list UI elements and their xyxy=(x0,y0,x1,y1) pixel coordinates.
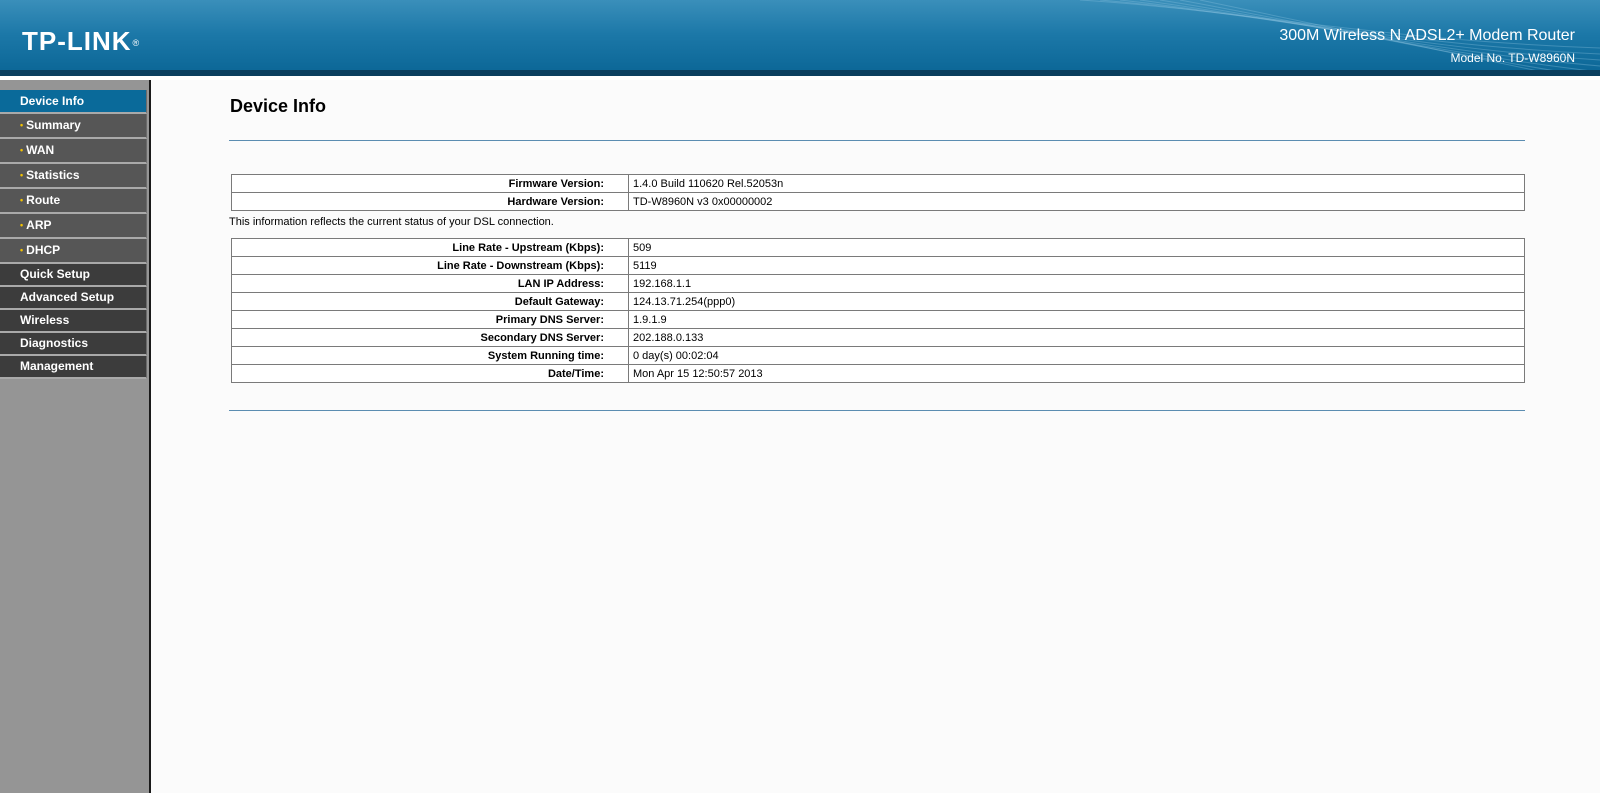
firmware-version-value: 1.4.0 Build 110620 Rel.52053n xyxy=(628,174,1525,193)
bullet-icon: • xyxy=(20,170,24,180)
upstream-rate-value: 509 xyxy=(628,238,1525,257)
sidebar: Device Info • Summary • WAN • Statistics • R… xyxy=(0,80,151,793)
sidebar-item-statistics[interactable]: • Statistics xyxy=(0,164,147,189)
date-time-label: Date/Time: xyxy=(231,364,629,383)
sidebar-item-diagnostics[interactable]: Diagnostics xyxy=(0,333,147,356)
logo-registered-mark: ® xyxy=(132,38,141,48)
running-time-label: System Running time: xyxy=(231,346,629,365)
sidebar-item-device-info[interactable]: Device Info xyxy=(0,90,147,114)
sidebar-item-advanced-setup[interactable]: Advanced Setup xyxy=(0,287,147,310)
title-divider xyxy=(229,140,1525,141)
table-row: Line Rate - Upstream (Kbps): 509 xyxy=(231,238,1525,257)
firmware-version-label: Firmware Version: xyxy=(231,174,629,193)
page-title: Device Info xyxy=(230,96,327,116)
date-time-value: Mon Apr 15 12:50:57 2013 xyxy=(628,364,1525,383)
sidebar-nav: Device Info • Summary • WAN • Statistics • R… xyxy=(0,90,149,379)
header-banner: TP-LINK® 300M Wireless N ADSL2+ Modem Ro… xyxy=(0,0,1600,76)
running-time-value: 0 day(s) 00:02:04 xyxy=(628,346,1525,365)
tp-link-logo: TP-LINK® xyxy=(22,27,140,55)
model-number: Model No. TD-W8960N xyxy=(1450,51,1576,65)
logo-text: TP-LINK xyxy=(22,26,132,56)
downstream-rate-value: 5119 xyxy=(628,256,1525,275)
main-content: Device Info Firmware Version: 1.4.0 Buil… xyxy=(151,80,1600,793)
table-row: Primary DNS Server: 1.9.1.9 xyxy=(231,310,1525,329)
default-gateway-value: 124.13.71.254(ppp0) xyxy=(628,292,1525,311)
sidebar-item-arp[interactable]: • ARP xyxy=(0,214,147,239)
sidebar-item-summary[interactable]: • Summary xyxy=(0,114,147,139)
table-row: Secondary DNS Server: 202.188.0.133 xyxy=(231,328,1525,347)
dsl-status-info: This information reflects the current st… xyxy=(229,216,554,228)
table-row: Hardware Version: TD-W8960N v3 0x0000000… xyxy=(231,192,1525,211)
secondary-dns-value: 202.188.0.133 xyxy=(628,328,1525,347)
primary-dns-label: Primary DNS Server: xyxy=(231,310,629,329)
sidebar-item-wireless[interactable]: Wireless xyxy=(0,310,147,333)
secondary-dns-label: Secondary DNS Server: xyxy=(231,328,629,347)
version-table: Firmware Version: 1.4.0 Build 110620 Rel… xyxy=(231,174,1525,211)
product-title: 300M Wireless N ADSL2+ Modem Router xyxy=(1279,27,1575,44)
bullet-icon: • xyxy=(20,120,24,130)
primary-dns-value: 1.9.1.9 xyxy=(628,310,1525,329)
sidebar-item-dhcp[interactable]: • DHCP xyxy=(0,239,147,264)
downstream-rate-label: Line Rate - Downstream (Kbps): xyxy=(231,256,629,275)
hardware-version-label: Hardware Version: xyxy=(231,192,629,211)
bullet-icon: • xyxy=(20,145,24,155)
lan-ip-value: 192.168.1.1 xyxy=(628,274,1525,293)
bullet-icon: • xyxy=(20,245,24,255)
lan-ip-label: LAN IP Address: xyxy=(231,274,629,293)
sidebar-item-management[interactable]: Management xyxy=(0,356,147,379)
table-row: System Running time: 0 day(s) 00:02:04 xyxy=(231,346,1525,365)
sidebar-item-quick-setup[interactable]: Quick Setup xyxy=(0,264,147,287)
table-row: Firmware Version: 1.4.0 Build 110620 Rel… xyxy=(231,174,1525,193)
bottom-divider xyxy=(229,410,1525,411)
table-row: Default Gateway: 124.13.71.254(ppp0) xyxy=(231,292,1525,311)
sidebar-item-route[interactable]: • Route xyxy=(0,189,147,214)
sidebar-item-wan[interactable]: • WAN xyxy=(0,139,147,164)
hardware-version-value: TD-W8960N v3 0x00000002 xyxy=(628,192,1525,211)
upstream-rate-label: Line Rate - Upstream (Kbps): xyxy=(231,238,629,257)
table-row: Date/Time: Mon Apr 15 12:50:57 2013 xyxy=(231,364,1525,383)
default-gateway-label: Default Gateway: xyxy=(231,292,629,311)
status-table: Line Rate - Upstream (Kbps): 509 Line Ra… xyxy=(231,238,1525,383)
bullet-icon: • xyxy=(20,220,24,230)
table-row: Line Rate - Downstream (Kbps): 5119 xyxy=(231,256,1525,275)
table-row: LAN IP Address: 192.168.1.1 xyxy=(231,274,1525,293)
bullet-icon: • xyxy=(20,195,24,205)
